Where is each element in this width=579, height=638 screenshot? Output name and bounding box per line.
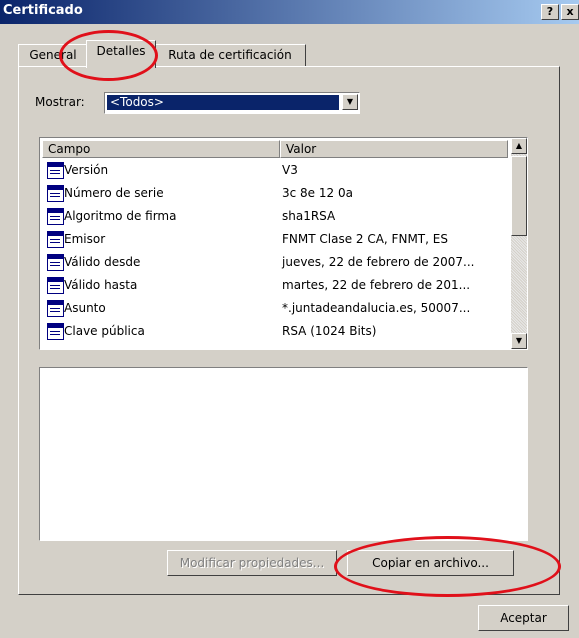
tab-general[interactable]: General — [18, 44, 88, 66]
dropdown-arrow-icon[interactable]: ▼ — [342, 94, 358, 110]
field-value: martes, 22 de febrero de 201... — [282, 278, 471, 292]
field-value: *.juntadeandalucia.es, 50007... — [282, 301, 471, 315]
ok-button[interactable]: Aceptar — [478, 605, 569, 631]
field-name: Versión — [64, 163, 109, 177]
value-detail-box[interactable] — [39, 367, 528, 541]
field-icon — [47, 277, 64, 294]
vertical-scrollbar[interactable]: ▲ ▼ — [511, 138, 527, 349]
scroll-down-icon[interactable]: ▼ — [511, 333, 527, 349]
field-icon — [47, 231, 64, 248]
field-value: jueves, 22 de febrero de 2007... — [282, 255, 475, 269]
filter-label: Mostrar: — [35, 95, 85, 109]
window-title: Certificado — [3, 3, 83, 18]
field-icon — [47, 162, 64, 179]
field-icon — [47, 185, 64, 202]
field-name: Algoritmo de firma — [64, 209, 177, 223]
field-name: Clave pública — [64, 324, 145, 338]
field-name: Número de serie — [64, 186, 164, 200]
field-icon — [47, 208, 64, 225]
field-icon — [47, 300, 64, 317]
field-icon — [47, 323, 64, 340]
close-button[interactable]: x — [561, 4, 579, 20]
field-value: sha1RSA — [282, 209, 336, 223]
table-row[interactable]: Versión V3 — [42, 160, 502, 182]
table-row[interactable]: Algoritmo de firma sha1RSA — [42, 206, 502, 228]
tab-detalles[interactable]: Detalles — [86, 40, 156, 68]
field-value: V3 — [282, 163, 298, 177]
field-value: RSA (1024 Bits) — [282, 324, 377, 338]
table-row[interactable]: Clave pública RSA (1024 Bits) — [42, 321, 502, 343]
table-row[interactable]: Número de serie 3c 8e 12 0a — [42, 183, 502, 205]
filter-select[interactable]: <Todos> ▼ — [104, 92, 360, 114]
copy-to-file-button[interactable]: Copiar en archivo... — [347, 550, 514, 576]
table-row[interactable]: Asunto *.juntadeandalucia.es, 50007... — [42, 298, 502, 320]
field-name: Emisor — [64, 232, 106, 246]
field-value: FNMT Clase 2 CA, FNMT, ES — [282, 232, 448, 246]
field-name: Asunto — [64, 301, 106, 315]
table-row[interactable]: Válido desde jueves, 22 de febrero de 200… — [42, 252, 502, 274]
field-name: Válido desde — [64, 255, 141, 269]
column-header-campo[interactable]: Campo — [42, 140, 280, 158]
tab-ruta-certificacion[interactable]: Ruta de certificación — [154, 44, 306, 66]
field-icon — [47, 254, 64, 271]
table-row[interactable]: Emisor FNMT Clase 2 CA, FNMT, ES — [42, 229, 502, 251]
column-header-valor[interactable]: Valor — [280, 140, 508, 158]
edit-properties-button[interactable]: Modificar propiedades... — [167, 550, 337, 576]
title-bar: Certificado ? x — [0, 0, 579, 24]
field-value: 3c 8e 12 0a — [282, 186, 353, 200]
field-name: Válido hasta — [64, 278, 138, 292]
scroll-up-icon[interactable]: ▲ — [511, 138, 527, 154]
help-button[interactable]: ? — [541, 4, 559, 20]
table-row[interactable]: Válido hasta martes, 22 de febrero de 201… — [42, 275, 502, 297]
scroll-thumb[interactable] — [511, 156, 527, 236]
fields-list[interactable]: Campo Valor Versión V3 Número de serie 3c … — [39, 137, 528, 350]
filter-selected-value: <Todos> — [107, 95, 339, 110]
